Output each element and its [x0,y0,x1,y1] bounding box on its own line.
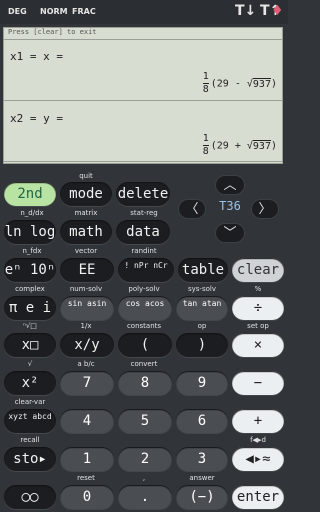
ee-button[interactable]: EE [60,258,114,282]
display-screen[interactable]: Press [clear] to exit x1 = x = 1 8 (29 - √… [3,27,283,164]
right-arrow-icon[interactable]: 〉 [251,199,279,219]
result-lhs: x1 = x = [10,50,63,63]
minus-button[interactable]: − [232,371,284,395]
digit-7-button[interactable]: 7 [60,371,114,395]
label-poly-solv: poly-solv [128,285,160,293]
display-hint: Press [clear] to exit [8,28,97,36]
label-randint: randint [131,247,157,255]
label-quit: quit [79,172,93,180]
data-button[interactable]: data [116,220,170,244]
tan-button[interactable]: tan atan [176,296,228,320]
label-f-d: f◀▸d [250,436,266,444]
fraction-decimal-button[interactable]: ◀▸≈ [232,447,284,471]
table-button[interactable]: table [178,258,228,282]
power-button[interactable]: x□ [4,333,56,357]
decimal-point-button[interactable]: . [118,485,172,509]
fraction-mode: FRAC [72,7,96,16]
fraction-button[interactable]: x/y [60,333,114,357]
number-mode: NORM [40,7,68,16]
label-mixed-fraction: a b/c [77,360,95,368]
left-paren-button[interactable]: ( [118,333,172,357]
result-rhs: 1 8 (29 - √937) [202,71,277,95]
label-n-fdx: n_fdx [22,247,42,255]
pi-e-i-button[interactable]: π e i [4,296,56,320]
mode-button[interactable]: mode [60,182,112,206]
label-stat-reg: stat-reg [130,209,158,217]
label-n-d-dx: n_d/dx [20,209,44,217]
label-recall: recall [20,436,40,444]
second-button[interactable]: 2nd [4,182,56,206]
left-arrow-icon[interactable]: 〈 [178,199,206,219]
label-reset: reset [77,474,95,482]
result-rhs: 1 8 (29 + √937) [202,133,277,157]
exp-button[interactable]: eⁿ 10ⁿ [4,258,56,282]
digit-2-button[interactable]: 2 [118,447,172,471]
result-row: x1 = x = 1 8 (29 - √937) [4,39,282,101]
digit-3-button[interactable]: 3 [176,447,228,471]
npr-button[interactable]: ! nPr nCr [118,258,174,282]
label-percent: % [254,285,262,293]
down-arrow-icon[interactable]: ﹀ [215,223,245,243]
digit-4-button[interactable]: 4 [60,409,114,433]
label-answer: answer [189,474,215,482]
label-complex: complex [15,285,45,293]
label-op: op [197,322,207,330]
digit-6-button[interactable]: 6 [176,409,228,433]
multiply-button[interactable]: × [232,333,284,357]
square-button[interactable]: x² [4,371,56,395]
negate-button[interactable]: (−) [176,485,228,509]
label-matrix: matrix [74,209,98,217]
variables-button[interactable]: xyzt abcd [4,409,56,433]
digit-5-button[interactable]: 5 [118,409,172,433]
digit-9-button[interactable]: 9 [176,371,228,395]
circles-button[interactable]: ◯◯ [4,485,56,509]
label-sqrt: √ [27,360,33,368]
store-button[interactable]: sto▸ [4,447,56,471]
label-convert: convert [130,360,158,368]
divide-button[interactable]: ÷ [232,296,284,320]
ln-log-button[interactable]: ln log [4,220,56,244]
status-bar: DEG NORM FRAC T↓ T↑ ♦ [0,0,288,24]
gem-icon[interactable]: ♦ [271,3,284,19]
mode-indicator: T36 [219,199,241,213]
delete-button[interactable]: delete [116,182,170,206]
plus-button[interactable]: + [232,409,284,433]
enter-button[interactable]: enter [232,485,284,509]
angle-mode: DEG [8,7,27,16]
label-reciprocal: 1/x [80,322,92,330]
text-size-icon[interactable]: T↓ [235,3,256,19]
label-constants: constants [126,322,162,330]
label-clear-var: clear-var [14,398,46,406]
up-arrow-icon[interactable]: ︿ [215,175,245,195]
cos-button[interactable]: cos acos [118,296,172,320]
label-num-solv: num-solv [69,285,103,293]
digit-8-button[interactable]: 8 [118,371,172,395]
result-row: x2 = y = 1 8 (29 + √937) [4,102,282,162]
digit-0-button[interactable]: 0 [60,485,114,509]
label-set-op: set op [247,322,269,330]
result-lhs: x2 = y = [10,112,63,125]
math-button[interactable]: math [60,220,112,244]
sin-button[interactable]: sin asin [60,296,114,320]
clear-button[interactable]: clear [232,258,284,282]
label-comma: , [142,474,146,482]
digit-1-button[interactable]: 1 [60,447,114,471]
label-sys-solv: sys-solv [188,285,216,293]
label-nth-root: ⁿ√□ [23,322,37,330]
label-vector: vector [74,247,98,255]
right-paren-button[interactable]: ) [176,333,228,357]
